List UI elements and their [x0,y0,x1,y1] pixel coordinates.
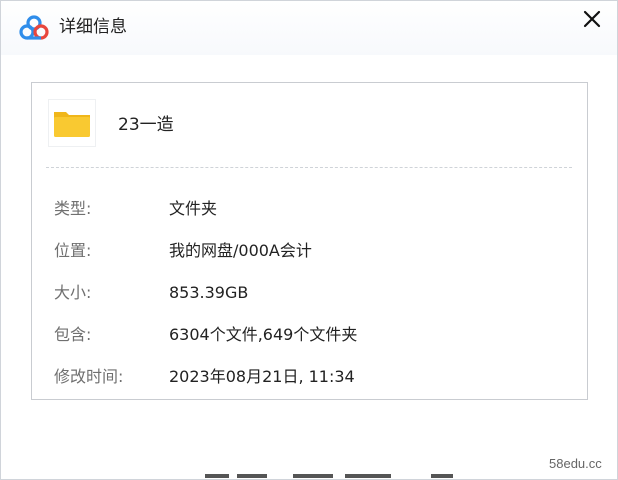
detail-row-location: 位置: 我的网盘/000A会计 [54,239,574,263]
file-name: 23一造 [118,115,174,135]
detail-value: 853.39GB [169,283,249,302]
detail-value: 我的网盘/000A会计 [169,241,312,260]
detail-label: 位置: [54,241,92,260]
detail-row-contains: 包含: 6304个文件,649个文件夹 [54,323,574,347]
watermark: 58edu.cc [549,456,602,471]
details-dialog: 详细信息 23一造 类型: 文件夹 位置: 我的网盘/000A会计 大小: 85… [0,0,618,480]
detail-row-size: 大小: 853.39GB [54,281,574,305]
info-panel: 23一造 类型: 文件夹 位置: 我的网盘/000A会计 大小: 853.39G… [31,82,588,400]
background-text-fragment [205,474,465,478]
dialog-title: 详细信息 [59,17,127,37]
detail-row-type: 类型: 文件夹 [54,197,574,221]
title-bar: 详细信息 [1,1,617,55]
detail-value: 文件夹 [169,199,218,218]
detail-value: 6304个文件,649个文件夹 [169,325,358,344]
detail-label: 类型: [54,199,92,218]
detail-value: 2023年08月21日, 11:34 [169,367,355,386]
detail-label: 包含: [54,325,92,344]
close-icon[interactable] [578,5,606,33]
divider [46,167,572,168]
folder-icon [48,99,96,147]
detail-label: 修改时间: [54,367,124,386]
detail-row-modified: 修改时间: 2023年08月21日, 11:34 [54,365,574,389]
baidu-netdisk-cloud-icon [19,15,49,40]
detail-label: 大小: [54,283,92,302]
